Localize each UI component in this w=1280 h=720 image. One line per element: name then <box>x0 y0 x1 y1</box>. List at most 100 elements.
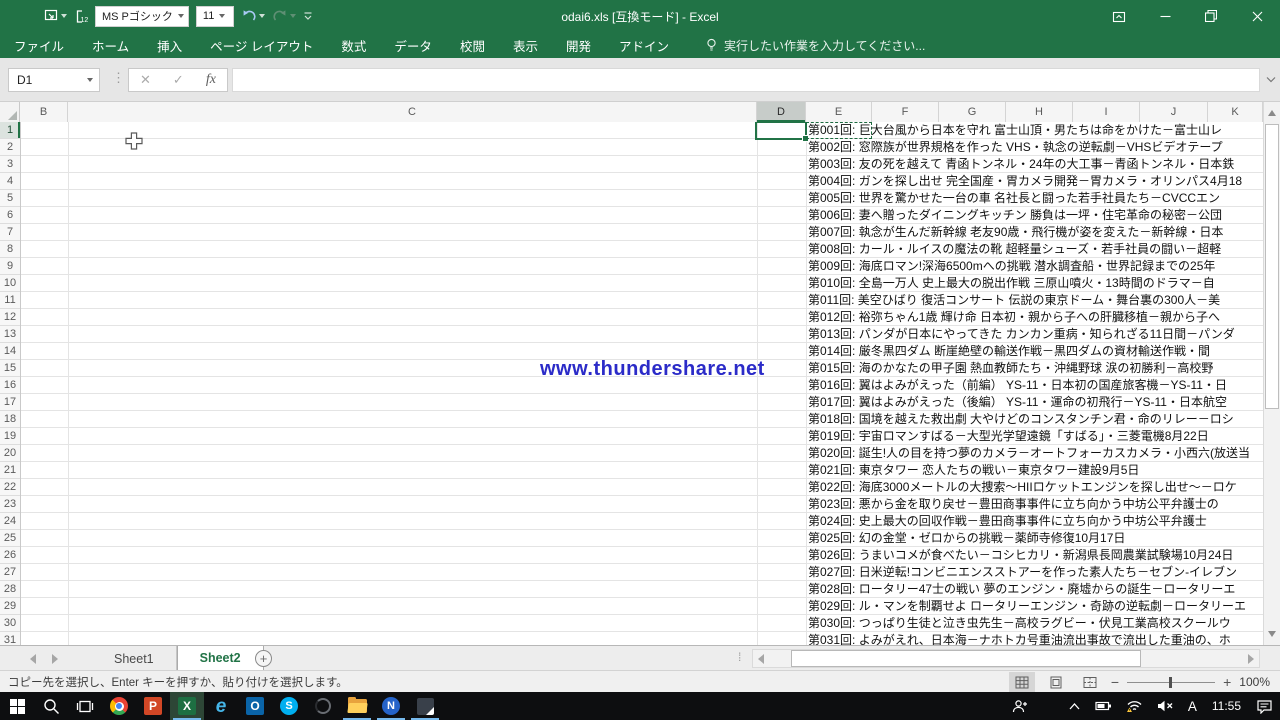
zoom-slider[interactable] <box>1127 672 1215 692</box>
ribbon-tab-formulas[interactable]: 数式 <box>327 32 380 58</box>
row-header-31[interactable]: 31 <box>0 632 20 645</box>
cell-text-row-9[interactable]: 第009回: 海底ロマン!深海6500mへの挑戦 潜水調査船・世界記録までの25… <box>808 258 1215 275</box>
cell-text-row-10[interactable]: 第010回: 全島一万人 史上最大の脱出作戦 三原山噴火・13時間のドラマ－自 <box>808 275 1215 292</box>
n-app-button[interactable]: N <box>374 692 408 720</box>
row-header-27[interactable]: 27 <box>0 564 20 581</box>
grid-body[interactable]: www.thundershare.net 1第001回: 巨大台風から日本を守れ… <box>0 122 1263 645</box>
chrome-button[interactable] <box>102 692 136 720</box>
cancel-entry-icon[interactable]: ✕ <box>140 72 151 88</box>
column-header-B[interactable]: B <box>20 102 68 122</box>
qat-paste-button[interactable] <box>44 9 67 23</box>
row-header-30[interactable]: 30 <box>0 615 20 632</box>
expand-formula-bar-button[interactable] <box>1266 76 1276 83</box>
cell-text-row-15[interactable]: 第015回: 海のかなたの甲子園 熱血教師たち・沖縄野球 涙の初勝利－高校野 <box>808 360 1213 377</box>
cell-text-row-5[interactable]: 第005回: 世界を驚かせた一台の車 名社長と闘った若手社員たち－CVCCエン <box>808 190 1220 207</box>
powerpoint-button[interactable]: P <box>136 692 170 720</box>
row-header-5[interactable]: 5 <box>0 190 20 207</box>
page-layout-view-button[interactable] <box>1043 672 1069 692</box>
row-header-22[interactable]: 22 <box>0 479 20 496</box>
minimize-button[interactable] <box>1142 0 1188 32</box>
cell-text-row-22[interactable]: 第022回: 海底3000メートルの大捜索～HIIロケットエンジンを探し出せ～－… <box>808 479 1237 496</box>
select-all-corner[interactable] <box>0 102 20 122</box>
row-header-11[interactable]: 11 <box>0 292 20 309</box>
row-header-19[interactable]: 19 <box>0 428 20 445</box>
row-header-4[interactable]: 4 <box>0 173 20 190</box>
scroll-right-button[interactable] <box>1243 650 1259 667</box>
sheet-tab-sheet2[interactable]: Sheet2 <box>177 646 264 671</box>
screen-recorder-button[interactable] <box>306 692 340 720</box>
cell-text-row-30[interactable]: 第030回: つっぱり生徒と泣き虫先生－高校ラグビー・伏見工業高校スクールウ <box>808 615 1231 632</box>
cell-text-row-23[interactable]: 第023回: 悪から金を取り戻せ－豊田商事事件に立ち向かう中坊公平弁護士の <box>808 496 1219 513</box>
ribbon-tab-insert[interactable]: 挿入 <box>143 32 196 58</box>
restore-button[interactable] <box>1188 0 1234 32</box>
cell-text-row-8[interactable]: 第008回: カール・ルイスの魔法の靴 超軽量シューズ・若手社員の闘い－超軽 <box>808 241 1221 258</box>
ribbon-tab-review[interactable]: 校閲 <box>446 32 499 58</box>
row-header-28[interactable]: 28 <box>0 581 20 598</box>
tell-me-box[interactable]: 実行したい作業を入力してください... <box>705 37 925 54</box>
internet-explorer-button[interactable]: e <box>204 692 238 720</box>
horizontal-scroll-thumb[interactable] <box>791 650 1141 667</box>
insert-function-icon[interactable]: fx <box>206 72 216 88</box>
cell-text-row-31[interactable]: 第031回: よみがえれ、日本海－ナホトカ号重油流出事故で流出した重油の、ホ <box>808 632 1231 645</box>
cell-text-row-19[interactable]: 第019回: 宇宙ロマンすばる－大型光学望遠鏡「すばる」・三菱電機8月22日 <box>808 428 1209 445</box>
previous-sheet-icon[interactable] <box>30 654 36 664</box>
row-header-2[interactable]: 2 <box>0 139 20 156</box>
row-header-17[interactable]: 17 <box>0 394 20 411</box>
search-button[interactable] <box>34 692 68 720</box>
row-header-10[interactable]: 10 <box>0 275 20 292</box>
row-header-13[interactable]: 13 <box>0 326 20 343</box>
skype-button[interactable]: S <box>272 692 306 720</box>
action-center-button[interactable] <box>1249 692 1280 720</box>
row-header-6[interactable]: 6 <box>0 207 20 224</box>
ime-mode-button[interactable]: A <box>1181 692 1204 720</box>
row-header-24[interactable]: 24 <box>0 513 20 530</box>
cell-text-row-25[interactable]: 第025回: 幻の金堂・ゼロからの挑戦－薬師寺修復10月17日 <box>808 530 1125 547</box>
row-header-29[interactable]: 29 <box>0 598 20 615</box>
row-header-9[interactable]: 9 <box>0 258 20 275</box>
qat-format-button[interactable]: 12 <box>74 9 88 24</box>
cell-text-row-11[interactable]: 第011回: 美空ひばり 復活コンサート 伝説の東京ドーム・舞台裏の300人－美 <box>808 292 1220 309</box>
name-box[interactable]: D1 <box>8 68 100 92</box>
excel-button[interactable]: X <box>170 692 204 720</box>
network-button[interactable] <box>1119 692 1150 720</box>
vertical-scrollbar[interactable] <box>1263 102 1280 645</box>
scroll-left-button[interactable] <box>753 650 769 667</box>
cell-text-row-28[interactable]: 第028回: ロータリー47士の戦い 夢のエンジン・廃墟からの誕生－ロータリーエ <box>808 581 1235 598</box>
redo-button[interactable] <box>272 9 296 24</box>
sheet-tab-sheet1[interactable]: Sheet1 <box>92 646 177 671</box>
cell-text-row-18[interactable]: 第018回: 国境を越えた救出劇 大やけどのコンスタンチン君・命のリレー－ロシ <box>808 411 1234 428</box>
file-explorer-button[interactable] <box>340 692 374 720</box>
row-header-25[interactable]: 25 <box>0 530 20 547</box>
ribbon-tab-data[interactable]: データ <box>380 32 446 58</box>
cell-text-row-2[interactable]: 第002回: 窓際族が世界規格を作った VHS・執念の逆転劇－VHSビデオテープ <box>808 139 1223 156</box>
ribbon-tab-view[interactable]: 表示 <box>499 32 552 58</box>
cell-text-row-27[interactable]: 第027回: 日米逆転!コンビニエンスストアーを作った素人たち－セブン-イレブン <box>808 564 1237 581</box>
zoom-out-button[interactable]: − <box>1111 675 1119 689</box>
row-header-7[interactable]: 7 <box>0 224 20 241</box>
battery-button[interactable] <box>1088 692 1119 720</box>
ribbon-tab-developer[interactable]: 開発 <box>552 32 605 58</box>
column-header-C[interactable]: C <box>68 102 757 122</box>
zoom-level[interactable]: 100% <box>1239 675 1270 689</box>
taskbar-clock[interactable]: 11:55 <box>1204 699 1249 713</box>
ribbon-tab-file[interactable]: ファイル <box>0 32 78 58</box>
row-header-15[interactable]: 15 <box>0 360 20 377</box>
row-header-20[interactable]: 20 <box>0 445 20 462</box>
row-header-23[interactable]: 23 <box>0 496 20 513</box>
row-header-18[interactable]: 18 <box>0 411 20 428</box>
cell-text-row-7[interactable]: 第007回: 執念が生んだ新幹線 老友90歳・飛行機が姿を変えた－新幹線・日本 <box>808 224 1223 241</box>
row-header-12[interactable]: 12 <box>0 309 20 326</box>
row-header-14[interactable]: 14 <box>0 343 20 360</box>
column-header-G[interactable]: G <box>939 102 1006 122</box>
row-header-16[interactable]: 16 <box>0 377 20 394</box>
row-header-21[interactable]: 21 <box>0 462 20 479</box>
cell-text-row-3[interactable]: 第003回: 友の死を越えて 青函トンネル・24年の大工事－青函トンネル・日本鉄 <box>808 156 1234 173</box>
add-sheet-button[interactable]: + <box>255 650 272 667</box>
zoom-slider-thumb[interactable] <box>1169 677 1172 688</box>
volume-button[interactable] <box>1150 692 1181 720</box>
people-button[interactable] <box>1005 692 1035 720</box>
start-button[interactable] <box>0 692 34 720</box>
column-header-K[interactable]: K <box>1208 102 1263 122</box>
font-size-select[interactable]: 11 <box>196 6 234 27</box>
column-header-E[interactable]: E <box>806 102 872 122</box>
